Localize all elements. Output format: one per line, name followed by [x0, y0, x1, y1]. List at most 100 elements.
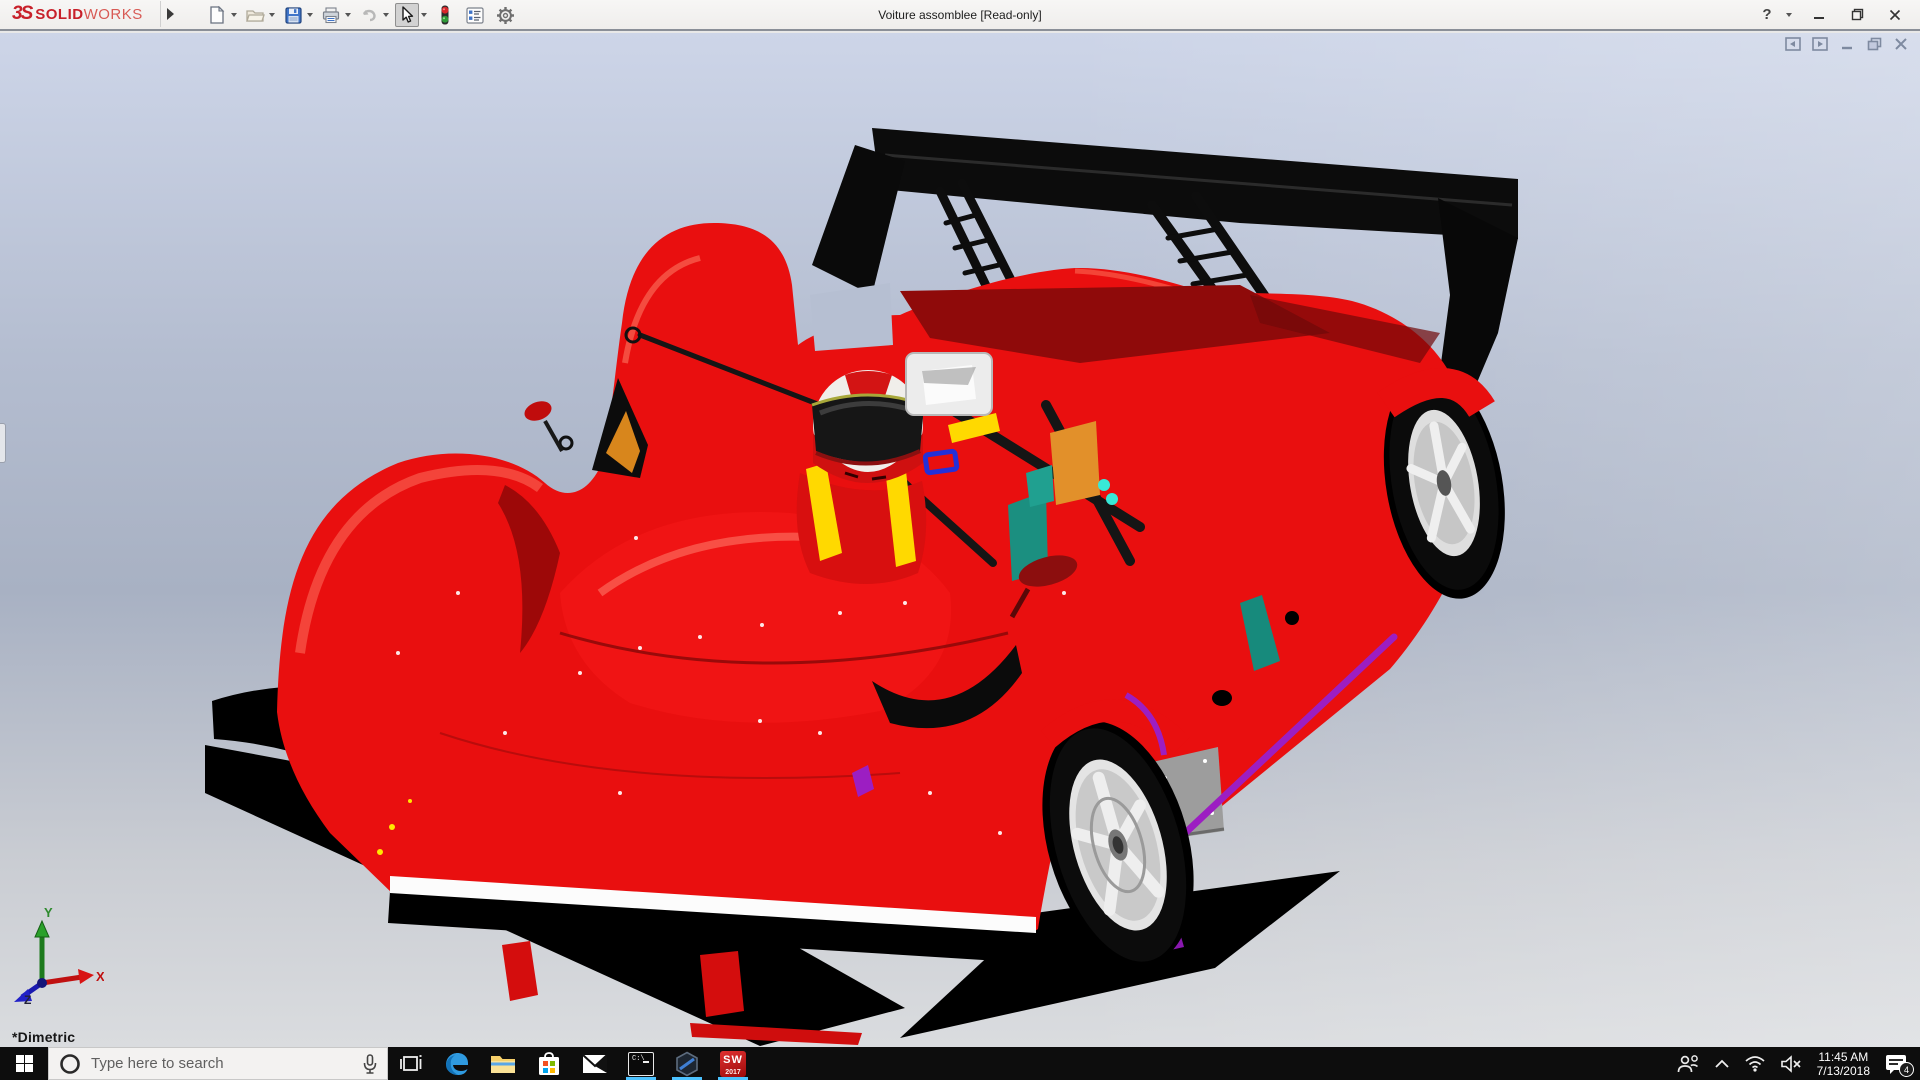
doc-restore-icon	[1867, 37, 1882, 51]
feature-panel-tab[interactable]	[0, 423, 6, 463]
pane-right-button[interactable]	[1811, 36, 1829, 52]
triad-x-label: X	[96, 969, 104, 984]
taskbar-search[interactable]	[48, 1047, 388, 1080]
help-button[interactable]: ?	[1754, 6, 1780, 23]
orange-panel	[1050, 421, 1100, 505]
mail-icon	[582, 1054, 608, 1074]
notification-badge: 4	[1899, 1062, 1914, 1077]
taskbar-app-command-prompt[interactable]: C:\	[618, 1047, 664, 1080]
tray-overflow-button[interactable]	[1707, 1047, 1737, 1080]
restore-button[interactable]	[1840, 3, 1874, 27]
cortana-icon	[59, 1053, 81, 1075]
pane-right-icon	[1812, 37, 1828, 51]
people-icon	[1676, 1054, 1700, 1074]
stoplight-icon	[439, 5, 451, 25]
clock-date: 7/13/2018	[1817, 1064, 1870, 1078]
properties-button[interactable]	[463, 3, 487, 27]
edge-icon	[444, 1051, 470, 1077]
close-icon	[1889, 9, 1901, 21]
cmd-icon: C:\	[628, 1052, 654, 1076]
taskbar-app-edge[interactable]	[434, 1047, 480, 1080]
undo-icon	[360, 7, 378, 23]
microphone-icon[interactable]	[363, 1054, 377, 1074]
print-dropdown[interactable]	[343, 3, 353, 27]
new-document-icon	[209, 6, 225, 24]
taskbar-app-store[interactable]	[526, 1047, 572, 1080]
taskbar-app-solidworks[interactable]: SW 2017	[710, 1047, 756, 1080]
action-center-button[interactable]: 4	[1878, 1047, 1920, 1080]
new-document-button[interactable]	[205, 3, 229, 27]
doc-minimize-button[interactable]	[1838, 36, 1856, 52]
pane-left-icon	[1785, 37, 1801, 51]
undo-dropdown[interactable]	[381, 3, 391, 27]
taskbar-left: C:\ SW 2017	[0, 1047, 756, 1080]
open-button[interactable]	[243, 3, 267, 27]
print-button[interactable]	[319, 3, 343, 27]
edrawings-hexagon-icon	[674, 1051, 700, 1077]
car-3d-model	[0, 33, 1920, 1047]
graphics-viewport[interactable]: Y X Z *Dimetric	[0, 33, 1920, 1047]
taskbar-clock[interactable]: 11:45 AM 7/13/2018	[1809, 1050, 1878, 1078]
doc-close-button[interactable]	[1892, 36, 1910, 52]
save-dropdown[interactable]	[305, 3, 315, 27]
sw-year: 2017	[720, 1069, 746, 1076]
doc-close-icon	[1894, 37, 1908, 51]
undo-button[interactable]	[357, 3, 381, 27]
solidworks-logo[interactable]: 3S SOLIDWORKS	[12, 2, 143, 26]
standard-toolbar	[205, 2, 517, 28]
taskbar-app-edrawings[interactable]	[664, 1047, 710, 1080]
doc-restore-button[interactable]	[1865, 36, 1883, 52]
chevron-up-icon	[1714, 1059, 1730, 1069]
properties-list-icon	[466, 7, 484, 24]
triad-y-label: Y	[44, 905, 53, 920]
sw-letters: SW	[720, 1054, 746, 1066]
minimize-button[interactable]	[1802, 3, 1836, 27]
doc-minimize-icon	[1840, 37, 1854, 51]
document-window-controls	[1784, 36, 1910, 52]
system-tray: 11:45 AM 7/13/2018 4	[1669, 1047, 1920, 1080]
select-cursor-icon	[400, 6, 415, 24]
open-dropdown[interactable]	[267, 3, 277, 27]
search-input[interactable]	[91, 1055, 353, 1072]
rebuild-button[interactable]	[433, 3, 457, 27]
help-dropdown[interactable]	[1784, 3, 1794, 27]
windows-taskbar: C:\ SW 2017	[0, 1047, 1920, 1080]
titlebar: 3S SOLIDWORKS	[0, 0, 1920, 31]
rollcage-gap	[810, 283, 893, 351]
save-button[interactable]	[281, 3, 305, 27]
open-folder-icon	[246, 7, 265, 23]
close-button[interactable]	[1878, 3, 1912, 27]
restore-icon	[1851, 8, 1864, 21]
store-icon	[537, 1051, 561, 1077]
people-button[interactable]	[1669, 1047, 1707, 1080]
task-view-button[interactable]	[388, 1047, 434, 1080]
file-explorer-icon	[490, 1053, 516, 1075]
new-document-dropdown[interactable]	[229, 3, 239, 27]
pane-left-button[interactable]	[1784, 36, 1802, 52]
windows-logo-icon	[16, 1055, 33, 1072]
minimize-icon	[1813, 9, 1825, 21]
start-button[interactable]	[0, 1047, 48, 1080]
solidworks-2017-icon: SW 2017	[720, 1051, 746, 1077]
toolbar-flyout-button[interactable]	[160, 1, 180, 27]
wifi-icon	[1744, 1055, 1766, 1072]
gear-icon	[496, 6, 515, 25]
clock-time: 11:45 AM	[1817, 1050, 1870, 1064]
rearview-mirror	[906, 353, 992, 415]
select-dropdown[interactable]	[419, 3, 429, 27]
volume-button[interactable]	[1773, 1047, 1809, 1080]
triad-z-label: Z	[24, 993, 31, 1005]
select-button[interactable]	[395, 3, 419, 27]
brand-light: WORKS	[84, 6, 143, 23]
taskbar-app-file-explorer[interactable]	[480, 1047, 526, 1080]
flyout-arrow-icon	[167, 8, 174, 20]
wifi-button[interactable]	[1737, 1047, 1773, 1080]
brand-bold: SOLID	[35, 6, 83, 23]
orientation-triad: Y X Z	[8, 905, 104, 1005]
save-floppy-icon	[285, 7, 302, 24]
task-view-icon	[400, 1054, 422, 1074]
options-button[interactable]	[493, 3, 517, 27]
window-controls: ?	[1754, 0, 1912, 29]
screen: 3S SOLIDWORKS	[0, 0, 1920, 1080]
taskbar-app-mail[interactable]	[572, 1047, 618, 1080]
